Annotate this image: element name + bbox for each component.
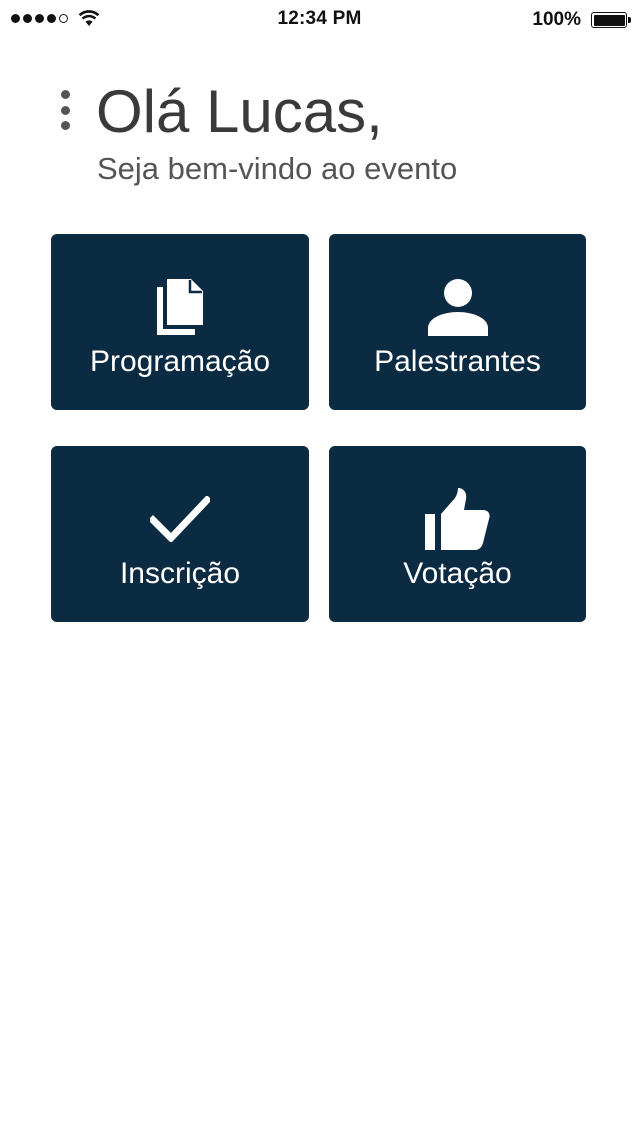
greeting-title: Olá Lucas, bbox=[96, 78, 383, 145]
tile-votacao-button[interactable]: Votação bbox=[329, 446, 586, 622]
battery-percentage: 100% bbox=[532, 9, 581, 30]
tile-palestrantes-label: Palestrantes bbox=[374, 345, 541, 378]
thumbs-up-icon bbox=[329, 486, 586, 552]
status-bar: 12:34 PM 100% bbox=[0, 0, 639, 40]
battery-icon bbox=[591, 12, 631, 28]
greeting-subtitle: Seja bem-vindo ao evento bbox=[97, 151, 458, 186]
checkmark-icon bbox=[51, 486, 309, 552]
tile-votacao-label: Votação bbox=[403, 557, 512, 590]
documents-icon bbox=[51, 274, 309, 340]
more-vertical-icon[interactable] bbox=[58, 90, 72, 130]
tile-programacao-button[interactable]: Programação bbox=[51, 234, 309, 410]
tile-palestrantes-button[interactable]: Palestrantes bbox=[329, 234, 586, 410]
tile-inscricao-button[interactable]: Inscrição bbox=[51, 446, 309, 622]
person-icon bbox=[329, 274, 586, 340]
tile-inscricao-label: Inscrição bbox=[119, 557, 241, 590]
tile-programacao-label: Programação bbox=[89, 345, 271, 378]
